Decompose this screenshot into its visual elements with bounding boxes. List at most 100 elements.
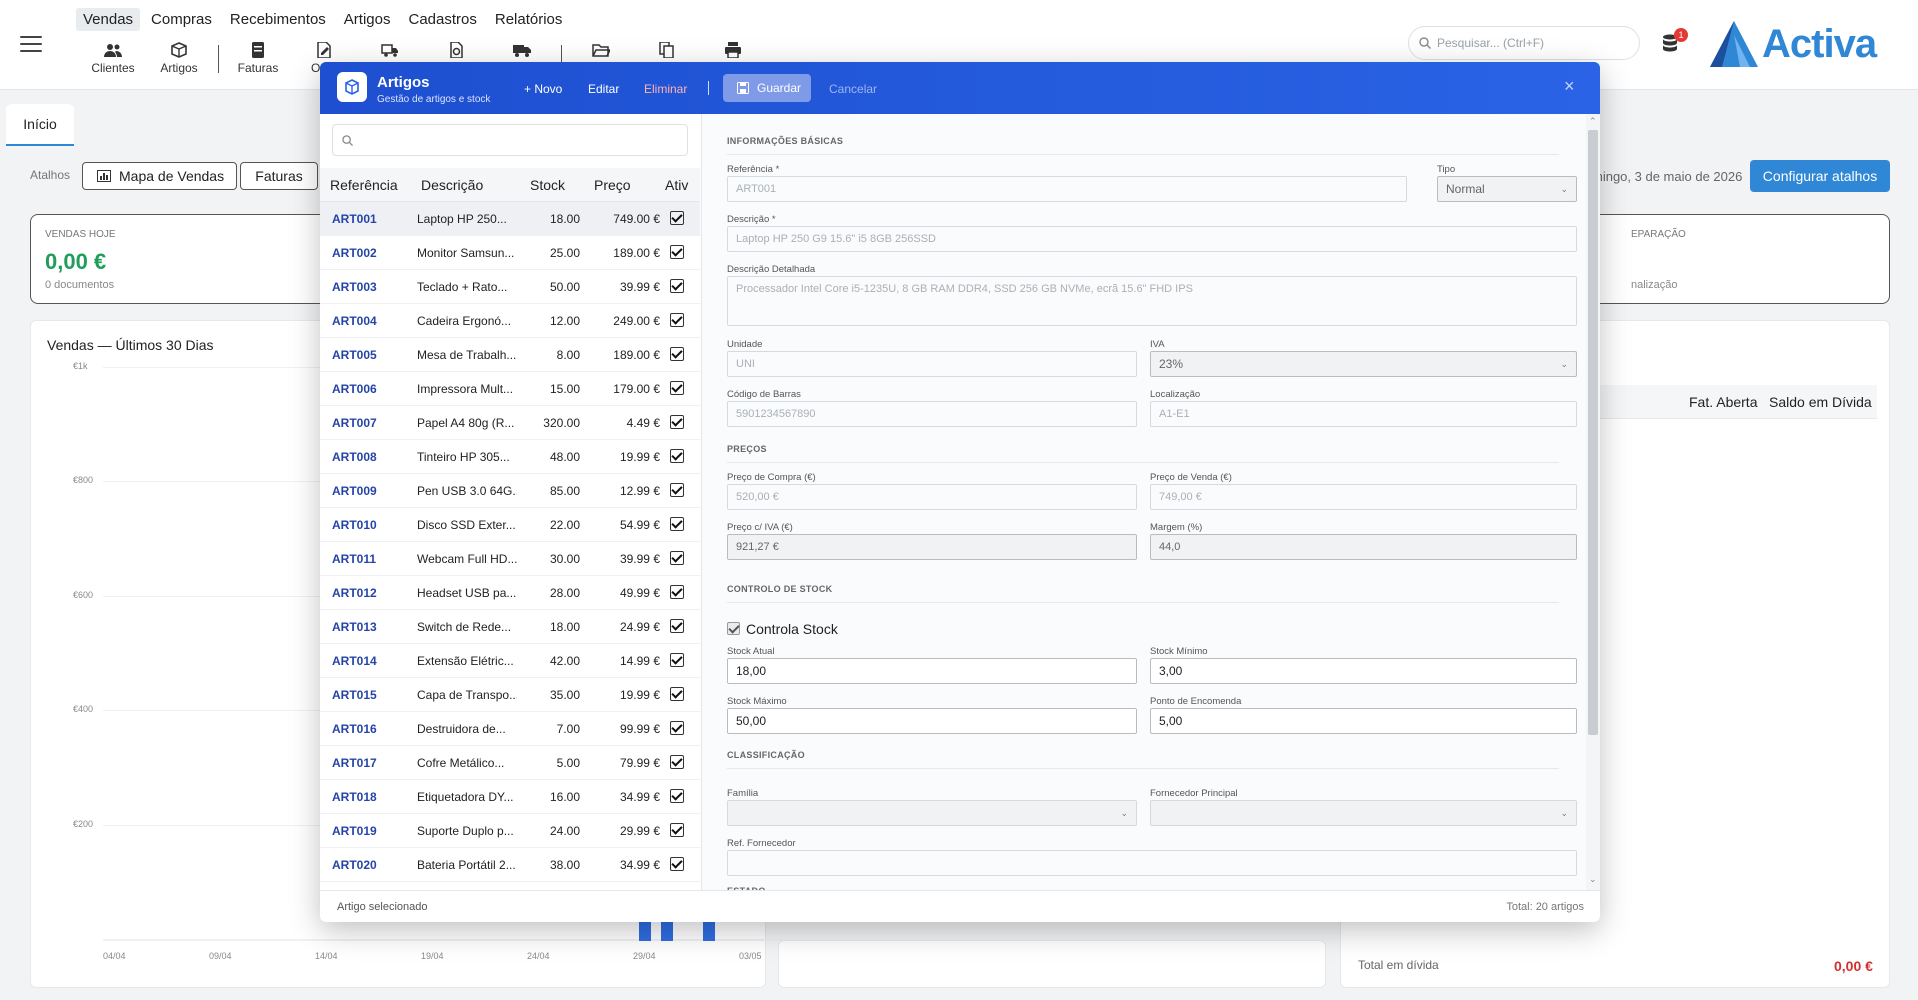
- row-active-checkbox[interactable]: [670, 381, 684, 395]
- search-input[interactable]: Pesquisar... (Ctrl+F): [1408, 26, 1640, 60]
- row-active-checkbox[interactable]: [670, 415, 684, 429]
- modal-subtitle: Gestão de artigos e stock: [377, 94, 491, 105]
- table-row[interactable]: ART001 Laptop HP 250... 18.00 749.00 €: [320, 202, 700, 236]
- stock-atual-input[interactable]: 18,00: [727, 658, 1137, 684]
- table-row[interactable]: ART017 Cofre Metálico... 5.00 79.99 €: [320, 746, 700, 780]
- table-row[interactable]: ART002 Monitor Samsun... 25.00 189.00 €: [320, 236, 700, 270]
- col-stock[interactable]: Stock: [530, 177, 565, 193]
- row-active-checkbox[interactable]: [670, 687, 684, 701]
- stock-minimo-input[interactable]: 3,00: [1150, 658, 1577, 684]
- edit-button[interactable]: Editar: [588, 82, 619, 96]
- tool-copiar[interactable]: [634, 41, 700, 61]
- tool-artigos[interactable]: Artigos: [146, 42, 212, 75]
- stock-maximo-input[interactable]: 50,00: [727, 708, 1137, 734]
- menu-icon[interactable]: [20, 36, 42, 54]
- menu-artigos[interactable]: Artigos: [337, 8, 398, 31]
- tool-clientes[interactable]: Clientes: [80, 42, 146, 75]
- menu-compras[interactable]: Compras: [144, 8, 219, 31]
- table-row[interactable]: ART013 Switch de Rede... 18.00 24.99 €: [320, 610, 700, 644]
- tab-inicio[interactable]: Início: [6, 104, 74, 146]
- cancel-button[interactable]: Cancelar: [829, 82, 877, 96]
- table-row[interactable]: ART019 Suporte Duplo p... 24.00 29.99 €: [320, 814, 700, 848]
- ponto-encomenda-input[interactable]: 5,00: [1150, 708, 1577, 734]
- tool-devolucoes[interactable]: [423, 41, 489, 61]
- tool-faturas[interactable]: Faturas: [225, 42, 291, 75]
- tool-pastas[interactable]: [568, 42, 634, 61]
- descricao-detalhada-textarea[interactable]: Processador Intel Core i5-1235U, 8 GB RA…: [727, 276, 1577, 326]
- localizacao-input[interactable]: A1-E1: [1150, 401, 1577, 427]
- table-row[interactable]: ART008 Tinteiro HP 305... 48.00 19.99 €: [320, 440, 700, 474]
- tool-guias[interactable]: [357, 42, 423, 61]
- scrollbar-thumb[interactable]: [1588, 130, 1598, 735]
- controla-stock-checkbox[interactable]: [727, 622, 740, 635]
- row-active-checkbox[interactable]: [670, 789, 684, 803]
- tipo-select[interactable]: Normal ⌄: [1437, 176, 1577, 202]
- row-active-checkbox[interactable]: [670, 857, 684, 871]
- delete-button[interactable]: Eliminar: [644, 82, 687, 96]
- kpi-right-sub: nalização: [1631, 279, 1678, 291]
- table-row[interactable]: ART010 Disco SSD Exter... 22.00 54.99 €: [320, 508, 700, 542]
- tool-transporte[interactable]: [489, 42, 555, 61]
- table-row[interactable]: ART007 Papel A4 80g (R... 320.00 4.49 €: [320, 406, 700, 440]
- preco-compra-input[interactable]: 520,00 €: [727, 484, 1137, 510]
- list-search-input[interactable]: [332, 124, 688, 156]
- row-active-checkbox[interactable]: [670, 517, 684, 531]
- shortcut-mapa-vendas[interactable]: Mapa de Vendas: [82, 162, 238, 190]
- table-row[interactable]: ART012 Headset USB pa... 28.00 49.99 €: [320, 576, 700, 610]
- table-row[interactable]: ART005 Mesa de Trabalh... 8.00 189.00 €: [320, 338, 700, 372]
- col-referencia[interactable]: Referência: [330, 177, 398, 193]
- save-button[interactable]: Guardar: [723, 74, 811, 102]
- form-scrollbar[interactable]: ⌃ ⌄: [1586, 114, 1600, 890]
- row-active-checkbox[interactable]: [670, 585, 684, 599]
- row-active-checkbox[interactable]: [670, 483, 684, 497]
- menu-recebimentos[interactable]: Recebimentos: [223, 8, 333, 31]
- configure-shortcuts-button[interactable]: Configurar atalhos: [1750, 160, 1890, 192]
- familia-select[interactable]: ⌄: [727, 800, 1137, 826]
- row-active-checkbox[interactable]: [670, 313, 684, 327]
- row-active-checkbox[interactable]: [670, 755, 684, 769]
- new-button[interactable]: + Novo: [524, 82, 562, 96]
- row-active-checkbox[interactable]: [670, 245, 684, 259]
- col-preco[interactable]: Preço: [594, 177, 631, 193]
- table-row[interactable]: ART009 Pen USB 3.0 64G... 85.00 12.99 €: [320, 474, 700, 508]
- table-row[interactable]: ART006 Impressora Mult... 15.00 179.00 €: [320, 372, 700, 406]
- shortcut-faturas[interactable]: Faturas: [240, 162, 318, 190]
- iva-select[interactable]: 23% ⌄: [1150, 351, 1577, 377]
- row-active-checkbox[interactable]: [670, 211, 684, 225]
- table-row[interactable]: ART016 Destruidora de... 7.00 99.99 €: [320, 712, 700, 746]
- tool-imprimir[interactable]: [700, 42, 766, 61]
- menu-relatorios[interactable]: Relatórios: [488, 8, 570, 31]
- table-row[interactable]: ART014 Extensão Elétric... 42.00 14.99 €: [320, 644, 700, 678]
- menu-cadastros[interactable]: Cadastros: [401, 8, 483, 31]
- chevron-down-icon[interactable]: ⌄: [1589, 874, 1597, 885]
- row-active-checkbox[interactable]: [670, 721, 684, 735]
- codigo-barras-input[interactable]: 5901234567890: [727, 401, 1137, 427]
- referencia-input[interactable]: ART001: [727, 176, 1407, 202]
- table-row[interactable]: ART011 Webcam Full HD... 30.00 39.99 €: [320, 542, 700, 576]
- row-active-checkbox[interactable]: [670, 449, 684, 463]
- row-active-checkbox[interactable]: [670, 279, 684, 293]
- table-row[interactable]: ART015 Capa de Transpo... 35.00 19.99 €: [320, 678, 700, 712]
- chevron-up-icon[interactable]: ⌃: [1589, 116, 1597, 127]
- close-icon[interactable]: ×: [1564, 76, 1575, 97]
- row-active-checkbox[interactable]: [670, 823, 684, 837]
- unidade-input[interactable]: UNI: [727, 351, 1137, 377]
- row-active-checkbox[interactable]: [670, 653, 684, 667]
- label-stock-atual: Stock Atual: [727, 646, 775, 657]
- menu-vendas[interactable]: Vendas: [76, 8, 141, 31]
- table-row[interactable]: ART004 Cadeira Ergonó... 12.00 249.00 €: [320, 304, 700, 338]
- row-active-checkbox[interactable]: [670, 551, 684, 565]
- col-descricao[interactable]: Descrição: [421, 177, 483, 193]
- table-row[interactable]: ART020 Bateria Portátil 2... 38.00 34.99 €: [320, 848, 700, 882]
- row-active-checkbox[interactable]: [670, 347, 684, 361]
- table-row[interactable]: ART003 Teclado + Rato... 50.00 39.99 €: [320, 270, 700, 304]
- y-tick-label: €400: [73, 704, 94, 715]
- table-row[interactable]: ART018 Etiquetadora DY... 16.00 34.99 €: [320, 780, 700, 814]
- preco-venda-input[interactable]: 749,00 €: [1150, 484, 1577, 510]
- row-active-checkbox[interactable]: [670, 619, 684, 633]
- descricao-input[interactable]: Laptop HP 250 G9 15.6" i5 8GB 256SSD: [727, 226, 1577, 252]
- fornecedor-select[interactable]: ⌄: [1150, 800, 1577, 826]
- toolbar-divider: [218, 44, 219, 73]
- ref-fornecedor-input[interactable]: [727, 850, 1577, 876]
- col-ativo[interactable]: Ativ: [665, 177, 688, 193]
